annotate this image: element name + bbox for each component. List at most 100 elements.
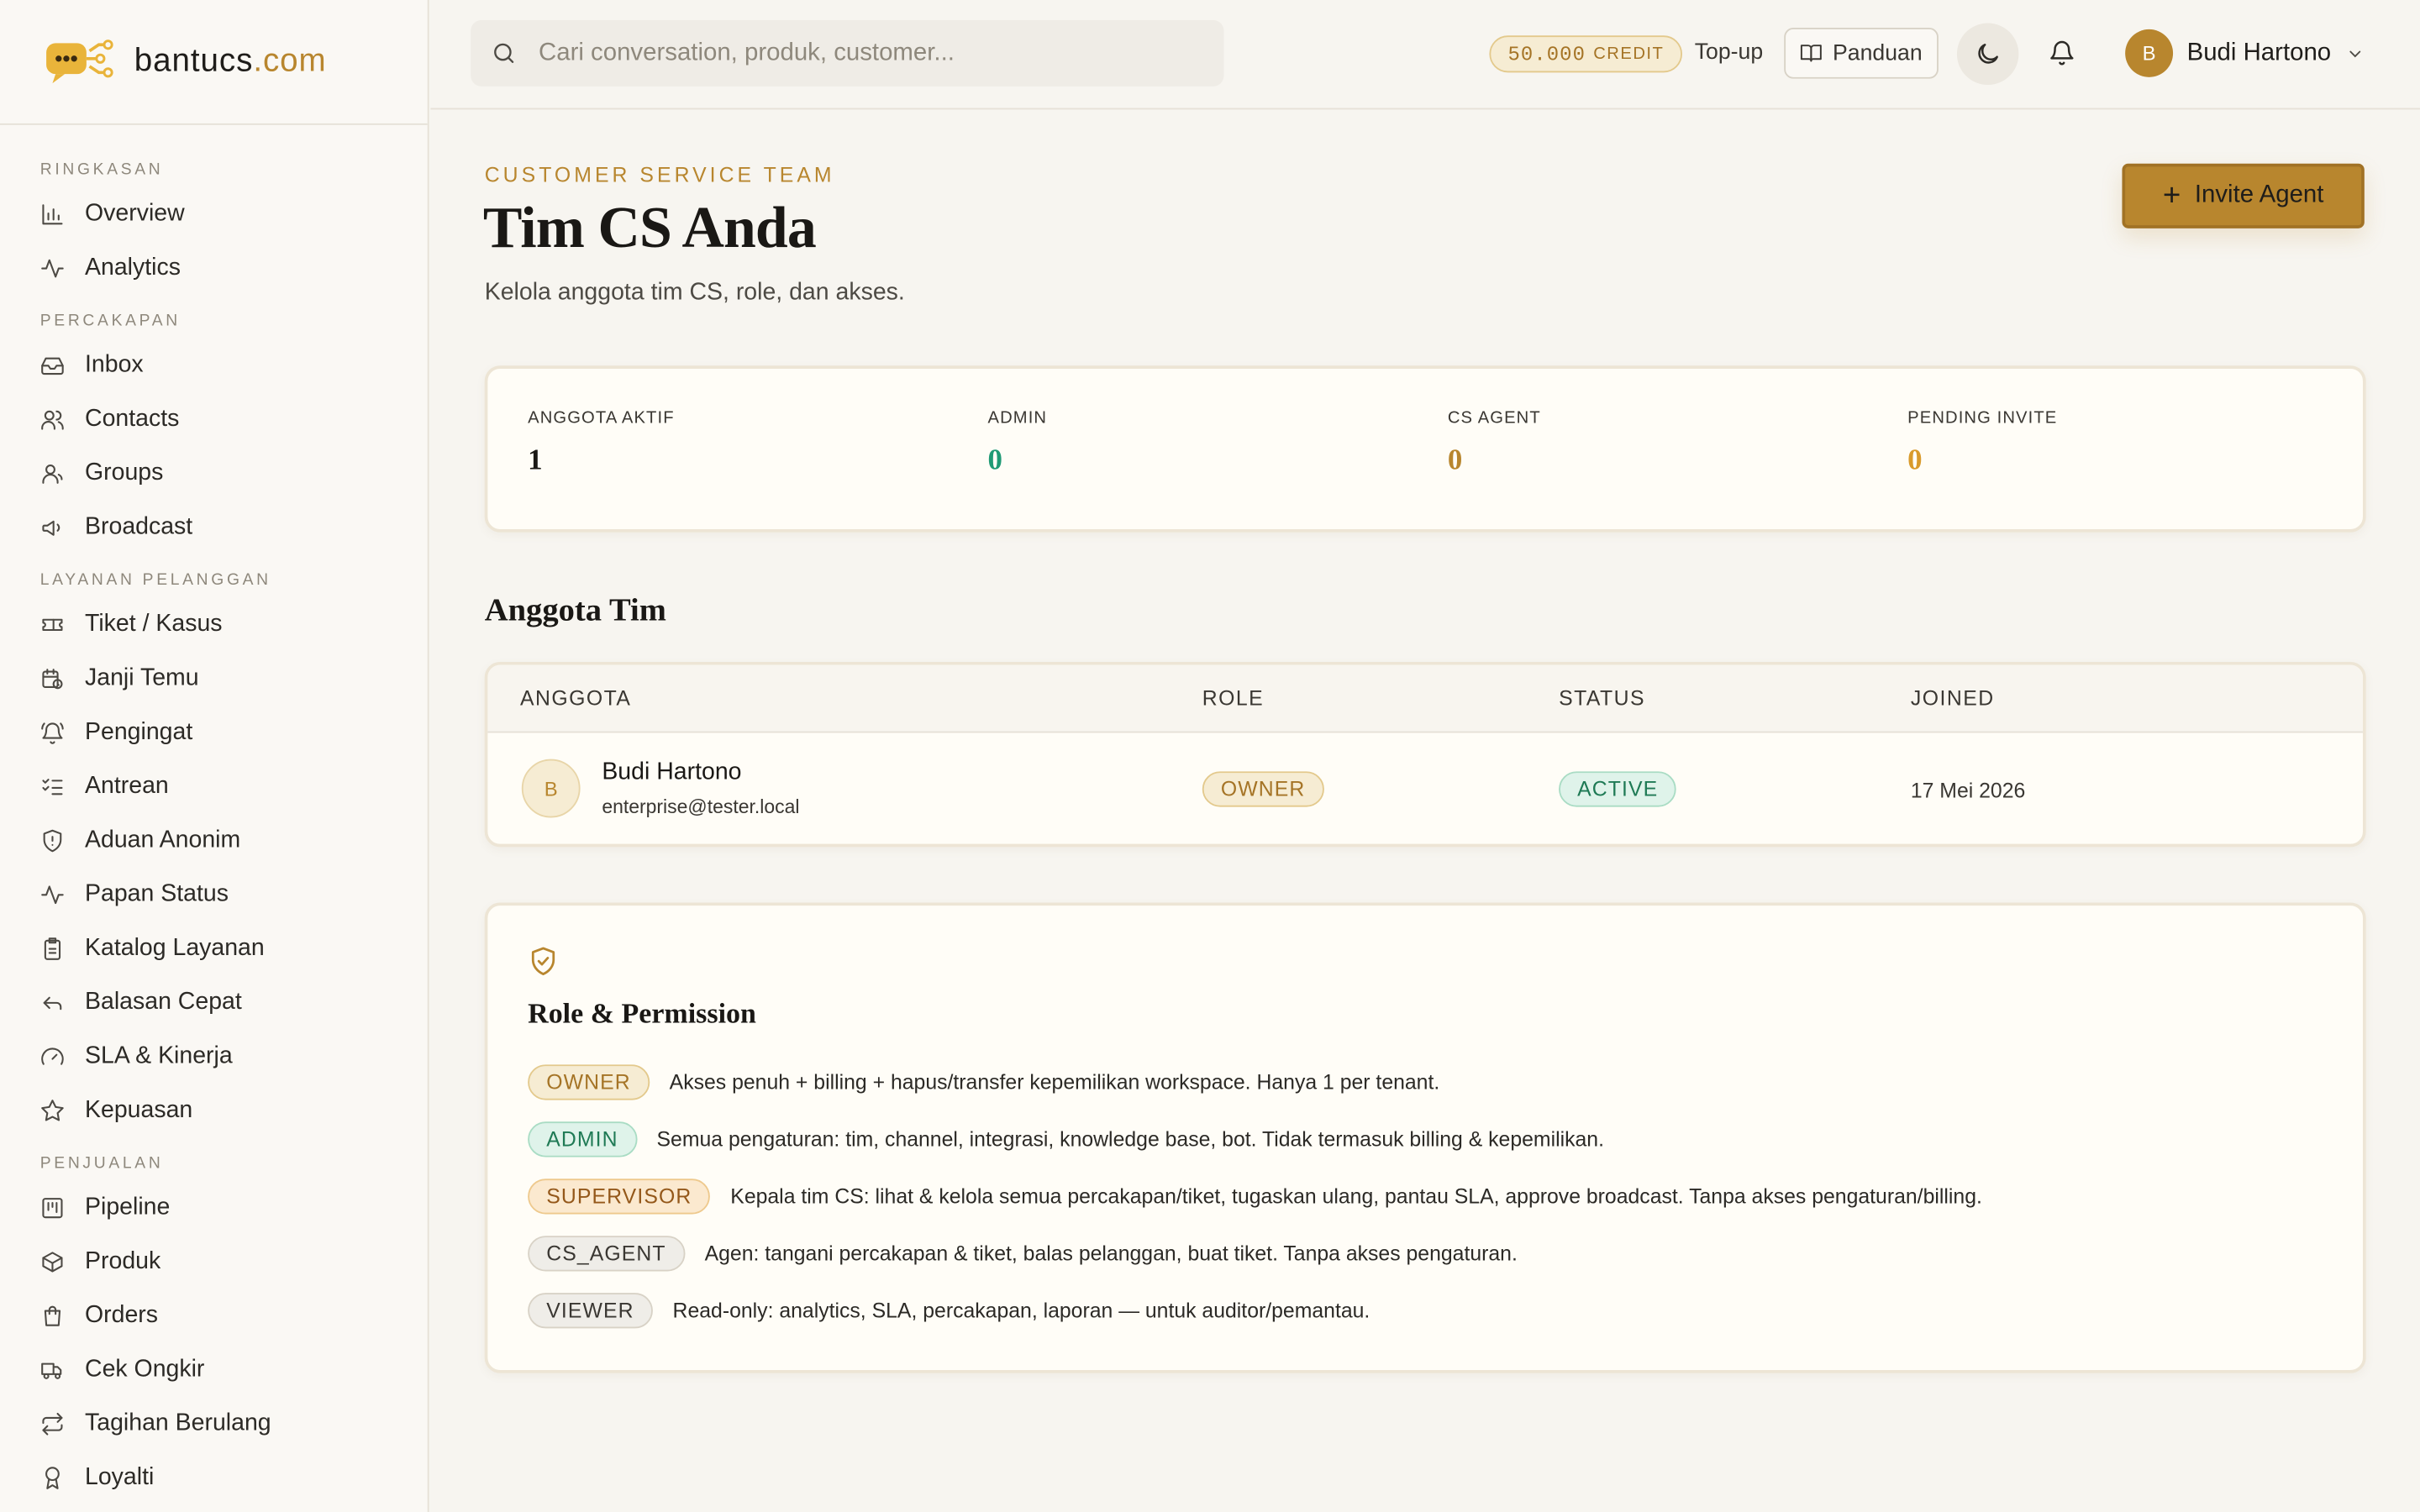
- brand-name-main: bantucs: [134, 43, 254, 79]
- sidebar-item-produk[interactable]: Produk: [0, 1234, 428, 1288]
- sidebar-item-groups[interactable]: Groups: [0, 446, 428, 500]
- sidebar-item-katalog-layanan[interactable]: Katalog Layanan: [0, 921, 428, 975]
- sidebar-item-tagihan-berulang[interactable]: Tagihan Berulang: [0, 1396, 428, 1450]
- permission-description: Read-only: analytics, SLA, percakapan, l…: [672, 1299, 1370, 1323]
- table-row[interactable]: B Budi Hartono enterprise@tester.local O…: [487, 732, 2363, 843]
- stat-value: 0: [1447, 444, 1463, 477]
- team-table: ANGGOTA ROLE STATUS JOINED B Budi Harton…: [484, 661, 2366, 848]
- sidebar-item-inbox[interactable]: Inbox: [0, 338, 428, 391]
- activity-icon: [40, 882, 65, 906]
- guide-button[interactable]: Panduan: [1784, 28, 1939, 79]
- topup-link[interactable]: Top-up: [1695, 40, 1763, 65]
- sidebar-item-label: Janji Temu: [85, 664, 199, 690]
- invite-agent-label: Invite Agent: [2194, 181, 2324, 208]
- brand-name-tld: .com: [253, 43, 327, 79]
- reply-icon: [40, 990, 65, 1014]
- sidebar-item-orders[interactable]: Orders: [0, 1289, 428, 1342]
- sidebar-section-title: PENJUALAN: [39, 1153, 164, 1173]
- permission-description: Semua pengaturan: tim, channel, integras…: [656, 1127, 1604, 1152]
- inbox-icon: [40, 353, 65, 377]
- sidebar-item-papan-status[interactable]: Papan Status: [0, 867, 428, 921]
- permission-row-admin: ADMIN Semua pengaturan: tim, channel, in…: [528, 1121, 1604, 1158]
- sidebar-item-antrean[interactable]: Antrean: [0, 759, 428, 813]
- search-box[interactable]: [471, 19, 1224, 87]
- user-name: Budi Hartono: [2186, 39, 2332, 66]
- group-icon: [40, 460, 65, 485]
- shield-icon: [40, 827, 65, 852]
- avatar: B: [521, 759, 581, 818]
- sidebar-item-label: Groups: [85, 459, 164, 486]
- page-title: Tim CS Anda: [482, 196, 817, 261]
- stat-value: 0: [1907, 444, 1923, 477]
- sidebar-item-label: Pengingat: [85, 717, 193, 745]
- table-header: ANGGOTA ROLE STATUS JOINED: [487, 664, 2363, 733]
- sidebar-item-label: Contacts: [85, 405, 180, 432]
- sidebar-item-aduan-anonim[interactable]: Aduan Anonim: [0, 813, 428, 867]
- sidebar-item-analytics[interactable]: Analytics: [0, 241, 428, 295]
- list-checks-icon: [40, 774, 65, 798]
- users-icon: [40, 407, 65, 431]
- team-section-title: Anggota Tim: [484, 591, 666, 628]
- status-badge: ACTIVE: [1559, 771, 1677, 807]
- package-icon: [40, 1249, 65, 1273]
- sidebar-section-title: PERCAKAPAN: [39, 312, 181, 331]
- role-badge: ADMIN: [528, 1121, 637, 1158]
- sidebar-item-label: Katalog Layanan: [85, 934, 265, 961]
- star-icon: [40, 1098, 65, 1122]
- sidebar-item-balasan-cepat[interactable]: Balasan Cepat: [0, 975, 428, 1029]
- role-permission-card: Role & Permission OWNER Akses penuh + bi…: [484, 902, 2366, 1373]
- role-badge[interactable]: OWNER: [1202, 771, 1324, 807]
- megaphone-icon: [40, 515, 65, 539]
- invite-agent-button[interactable]: + Invite Agent: [2122, 163, 2365, 228]
- permission-description: Agen: tangani percakapan & tiket, balas …: [704, 1242, 1518, 1266]
- award-icon: [40, 1465, 65, 1489]
- sidebar-item-sla-kinerja[interactable]: SLA & Kinerja: [0, 1029, 428, 1083]
- search-input[interactable]: [539, 39, 1187, 67]
- sidebar-item-pengingat[interactable]: Pengingat: [0, 705, 428, 759]
- notifications-button[interactable]: [2048, 39, 2075, 74]
- user-menu[interactable]: B Budi Hartono: [2125, 29, 2365, 77]
- sidebar-item-label: SLA & Kinerja: [85, 1042, 233, 1068]
- bar-chart-icon: [40, 202, 65, 226]
- credit-amount: 50.000: [1507, 42, 1586, 66]
- sidebar-item-label: Pipeline: [85, 1193, 171, 1220]
- role-badge: CS_AGENT: [528, 1236, 685, 1272]
- permission-description: Kepala tim CS: lihat & kelola semua perc…: [730, 1184, 1982, 1209]
- book-icon: [1801, 45, 1823, 62]
- theme-toggle-button[interactable]: [1956, 23, 2019, 86]
- sidebar-item-janji-temu[interactable]: Janji Temu: [0, 651, 428, 705]
- kanban-icon: [40, 1195, 65, 1220]
- column-header-member[interactable]: ANGGOTA: [520, 686, 631, 710]
- brand[interactable]: bantucs.com: [0, 0, 428, 125]
- sidebar-item-label: Overview: [85, 199, 185, 227]
- stat-label: ANGGOTA AKTIF: [528, 408, 675, 428]
- sidebar-item-pipeline[interactable]: Pipeline: [0, 1180, 428, 1234]
- sidebar-item-label: Broadcast: [85, 512, 193, 539]
- sidebar-item-label: Produk: [85, 1247, 161, 1274]
- stat-label: CS AGENT: [1447, 408, 1541, 428]
- shield-check-icon: [528, 946, 559, 984]
- sidebar-item-overview[interactable]: Overview: [0, 186, 428, 240]
- sidebar-item-broadcast[interactable]: Broadcast: [0, 500, 428, 554]
- credit-badge: 50.000 CREDIT: [1489, 35, 1683, 73]
- sidebar-item-contacts[interactable]: Contacts: [0, 392, 428, 446]
- column-header-status[interactable]: STATUS: [1559, 686, 1645, 710]
- sidebar-item-label: Analytics: [85, 254, 181, 281]
- sidebar-item-tiket-kasus[interactable]: Tiket / Kasus: [0, 597, 428, 651]
- repeat-icon: [40, 1411, 65, 1436]
- avatar: B: [2125, 29, 2174, 77]
- sidebar-item-loyalti[interactable]: Loyalti: [0, 1450, 428, 1504]
- sidebar-item-kepuasan[interactable]: Kepuasan: [0, 1083, 428, 1137]
- moon-icon: [1978, 44, 1998, 64]
- stat-label: PENDING INVITE: [1907, 408, 2058, 428]
- sidebar-item-label: Papan Status: [85, 879, 229, 907]
- brand-name: bantucs.com: [134, 43, 327, 80]
- column-header-role[interactable]: ROLE: [1202, 686, 1264, 710]
- topbar: 50.000 CREDIT Top-up Panduan B Budi Hart…: [430, 0, 2420, 110]
- column-header-joined[interactable]: JOINED: [1911, 686, 1995, 710]
- stat-value: 0: [987, 444, 1002, 477]
- sidebar-item-label: Inbox: [85, 350, 144, 378]
- permission-description: Akses penuh + billing + hapus/transfer k…: [669, 1070, 1440, 1095]
- sidebar-item-cek-ongkir[interactable]: Cek Ongkir: [0, 1342, 428, 1396]
- search-icon: [494, 43, 514, 63]
